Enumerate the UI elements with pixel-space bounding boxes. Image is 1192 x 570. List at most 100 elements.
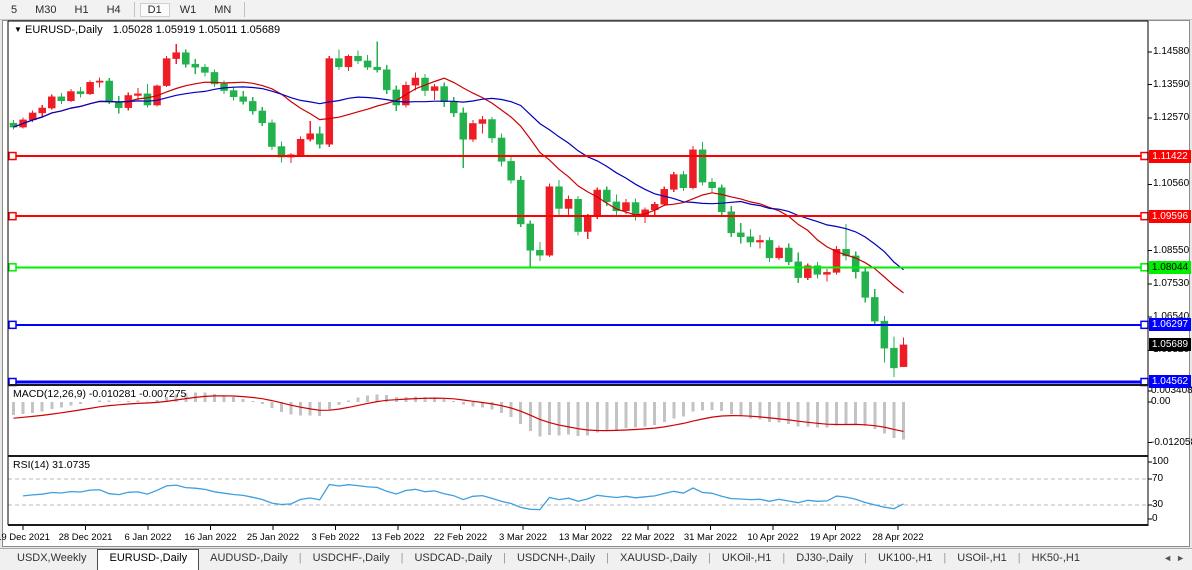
price-tick-label: 1.13590: [1153, 79, 1189, 90]
candle-body-bull: [431, 87, 438, 91]
date-label: 28 Dec 2021: [50, 532, 122, 543]
candle-body-bear: [450, 102, 457, 113]
price-tick-label: 1.14580: [1153, 46, 1189, 57]
candle-body-bull: [87, 82, 94, 94]
candle-body-bear: [374, 67, 381, 70]
chart-canvas[interactable]: [0, 0, 1192, 569]
candle-body-bull: [776, 248, 783, 258]
date-label: 10 Apr 2022: [737, 532, 809, 543]
line-drag-handle[interactable]: [1141, 321, 1148, 328]
macd-name: MACD(12,26,9): [13, 388, 86, 400]
candle-body-bear: [517, 180, 524, 224]
rsi-tick-label: 0: [1152, 513, 1158, 524]
tab-usoil-h1[interactable]: USOil-,H1: [946, 549, 1018, 570]
candle-body-bull: [594, 190, 601, 216]
candle-body-bear: [536, 250, 543, 255]
tab-usdchf-daily[interactable]: USDCHF-,Daily: [302, 549, 401, 570]
date-label: 16 Jan 2022: [175, 532, 247, 543]
date-label: 19 Apr 2022: [800, 532, 872, 543]
date-label: 31 Mar 2022: [675, 532, 747, 543]
candle-body-bear: [364, 61, 371, 67]
candle-body-bear: [230, 91, 237, 97]
candle-body-bull: [48, 97, 55, 108]
date-label: 28 Apr 2022: [862, 532, 934, 543]
date-label: 3 Mar 2022: [487, 532, 559, 543]
candle-body-bull: [163, 59, 170, 86]
candle-body-bull: [622, 203, 629, 211]
candle-body-bear: [862, 272, 869, 298]
candle-body-bear: [508, 161, 515, 180]
candle-body-bear: [489, 120, 496, 138]
macd-label: MACD(12,26,9) -0.010281 -0.007275: [13, 388, 186, 400]
candle-body-bear: [383, 70, 390, 90]
date-label: 22 Mar 2022: [612, 532, 684, 543]
ohlc-open: 1.05028: [113, 24, 153, 36]
mt4-terminal: { "toolbar": { "periods": ["5", "M30", "…: [0, 0, 1192, 569]
ohlc-close: 1.05689: [240, 24, 280, 36]
line-drag-handle[interactable]: [9, 321, 16, 328]
macd-values: -0.010281 -0.007275: [89, 388, 187, 400]
line-drag-handle[interactable]: [9, 153, 16, 160]
candle-body-bear: [58, 97, 65, 101]
tab-audusd-daily[interactable]: AUDUSD-,Daily: [199, 549, 299, 570]
candle-body-bull: [584, 216, 591, 231]
tab-usdcad-daily[interactable]: USDCAD-,Daily: [403, 549, 503, 570]
tab-xauusd-daily[interactable]: XAUUSD-,Daily: [609, 549, 708, 570]
tab-hk50-h1[interactable]: HK50-,H1: [1021, 549, 1091, 570]
price-line-label: 1.06297: [1149, 318, 1191, 331]
tab-scroll-arrows: ◄►: [1163, 553, 1189, 563]
date-label: 6 Jan 2022: [112, 532, 184, 543]
candle-body-bear: [393, 90, 400, 105]
candle-body-bear: [766, 240, 773, 257]
line-drag-handle[interactable]: [1141, 213, 1148, 220]
candle-body-bear: [316, 134, 323, 145]
candle-body-bear: [144, 94, 151, 105]
candle-body-bear: [201, 67, 208, 72]
candle-body-bear: [795, 262, 802, 278]
candle-body-bear: [555, 187, 562, 209]
tab-scroll-left-icon[interactable]: ◄: [1163, 553, 1176, 563]
candle-body-bull: [39, 108, 46, 113]
candle-body-bear: [441, 87, 448, 102]
candle-body-bear: [115, 102, 122, 108]
candle-body-bull: [307, 134, 314, 140]
candle-body-bear: [355, 56, 362, 61]
candle-body-bull: [565, 199, 572, 208]
candle-body-bear: [871, 297, 878, 321]
tab-usdcnh-daily[interactable]: USDCNH-,Daily: [506, 549, 606, 570]
line-drag-handle[interactable]: [9, 264, 16, 271]
rsi-tick-label: 100: [1152, 456, 1169, 467]
candle-body-bull: [67, 92, 74, 101]
tab-ukoil-h1[interactable]: UKOil-,H1: [711, 549, 783, 570]
macd-tick-label: 0.00: [1151, 396, 1170, 407]
rsi-line: [23, 485, 903, 510]
tab-scroll-right-icon[interactable]: ►: [1176, 553, 1189, 563]
candle-body-bull: [96, 81, 103, 82]
candle-body-bull: [823, 272, 830, 274]
candle-body-bear: [737, 233, 744, 237]
candle-body-bull: [297, 139, 304, 154]
line-drag-handle[interactable]: [9, 213, 16, 220]
line-drag-handle[interactable]: [1141, 153, 1148, 160]
tab-uk100-h1[interactable]: UK100-,H1: [867, 549, 943, 570]
candle-body-bear: [335, 59, 342, 67]
date-label: 25 Jan 2022: [237, 532, 309, 543]
price-tick-label: 1.12570: [1153, 112, 1189, 123]
tab-dj30-daily[interactable]: DJ30-,Daily: [785, 549, 864, 570]
price-tick-label: 1.07530: [1153, 278, 1189, 289]
tab-usdx-weekly[interactable]: USDX,Weekly: [6, 549, 97, 570]
candle-body-bear: [747, 237, 754, 242]
candle-body-bear: [268, 123, 275, 147]
macd-tick-label: -0.012058: [1151, 437, 1192, 448]
candle-body-bear: [718, 188, 725, 212]
candle-body-bull: [479, 120, 486, 124]
tab-eurusd-daily[interactable]: EURUSD-,Daily: [97, 549, 199, 570]
chart-dropdown-icon[interactable]: ▼: [14, 25, 22, 34]
candle-body-bear: [240, 97, 247, 102]
candle-body-bear: [106, 81, 113, 102]
line-drag-handle[interactable]: [1141, 264, 1148, 271]
rsi-label: RSI(14) 31.0735: [13, 459, 90, 471]
candle-body-bear: [192, 64, 199, 67]
candle-body-bear: [603, 190, 610, 202]
symbol-tab-bar: USDX,WeeklyEURUSD-,DailyAUDUSD-,Daily|US…: [0, 548, 1192, 570]
